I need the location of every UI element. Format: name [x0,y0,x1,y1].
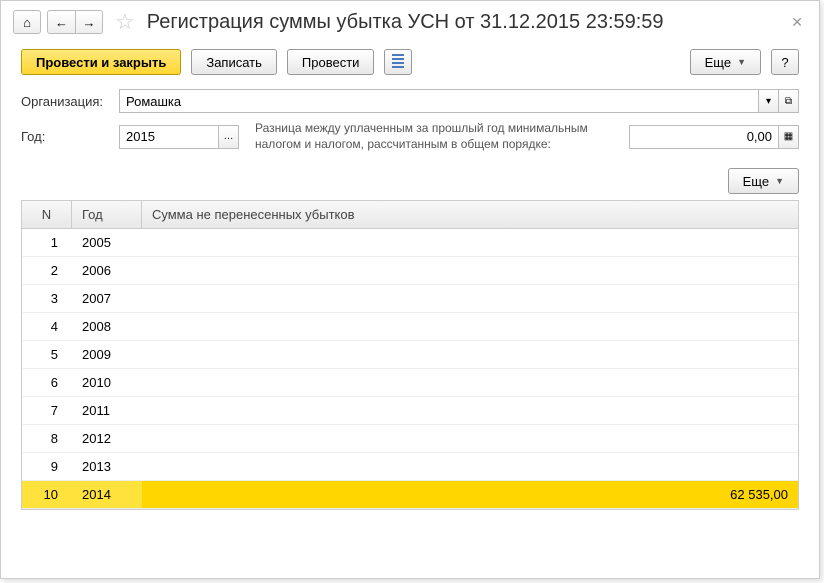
cell-n: 5 [22,341,72,368]
more-label: Еще [705,55,731,70]
titlebar: ⌂ ← → ☆ Регистрация суммы убытка УСН от … [1,1,819,43]
back-button[interactable]: ← [47,10,75,34]
cell-sum [142,313,798,340]
cell-sum [142,397,798,424]
list-icon [392,54,404,68]
toolbar: Провести и закрыть Записать Провести Еще… [1,43,819,85]
table-row[interactable]: 82012 [22,425,798,453]
table-row[interactable]: 72011 [22,397,798,425]
cell-sum [142,425,798,452]
cell-n: 4 [22,313,72,340]
chevron-down-icon: ▼ [737,57,746,67]
cell-n: 7 [22,397,72,424]
grid-more-label: Еще [743,174,769,189]
cell-sum [142,341,798,368]
year-picker-button[interactable]: … [219,125,239,149]
table-row[interactable]: 52009 [22,341,798,369]
org-input[interactable] [119,89,759,113]
table-row[interactable]: 32007 [22,285,798,313]
year-label: Год: [21,129,111,144]
window: ⌂ ← → ☆ Регистрация суммы убытка УСН от … [0,0,820,579]
cell-year: 2009 [72,341,142,368]
cell-year: 2007 [72,285,142,312]
org-label: Организация: [21,94,111,109]
cell-year: 2005 [72,229,142,256]
cell-sum [142,229,798,256]
report-button[interactable] [384,49,412,75]
cell-year: 2011 [72,397,142,424]
home-button[interactable]: ⌂ [13,10,41,34]
page-title: Регистрация суммы убытка УСН от 31.12.20… [147,11,664,34]
diff-calc-button[interactable]: ▦ [779,125,799,149]
cell-year: 2014 [72,481,142,508]
post-button[interactable]: Провести [287,49,375,75]
cell-sum [142,369,798,396]
cell-year: 2010 [72,369,142,396]
diff-label: Разница между уплаченным за прошлый год … [247,121,621,152]
grid-toolbar: Еще ▼ [1,156,819,200]
close-icon[interactable]: ✕ [787,14,807,31]
cell-sum [142,285,798,312]
cell-n: 6 [22,369,72,396]
cell-n: 8 [22,425,72,452]
cell-sum: 62 535,00 [142,481,798,508]
cell-n: 9 [22,453,72,480]
favorite-star-icon[interactable]: ☆ [109,9,141,35]
more-button[interactable]: Еще ▼ [690,49,761,75]
cell-n: 2 [22,257,72,284]
cell-year: 2013 [72,453,142,480]
col-header-n[interactable]: N [22,201,72,228]
grid: N Год Сумма не перенесенных убытков 1200… [21,200,799,510]
cell-year: 2008 [72,313,142,340]
grid-body: 1200522006320074200852009620107201182012… [22,229,798,509]
forward-button[interactable]: → [75,10,103,34]
col-header-year[interactable]: Год [72,201,142,228]
year-row: Год: … Разница между уплаченным за прошл… [1,117,819,156]
cell-year: 2012 [72,425,142,452]
table-row[interactable]: 42008 [22,313,798,341]
table-row[interactable]: 10201462 535,00 [22,481,798,509]
cell-sum [142,257,798,284]
diff-input[interactable] [629,125,779,149]
cell-n: 3 [22,285,72,312]
cell-year: 2006 [72,257,142,284]
help-button[interactable]: ? [771,49,799,75]
table-row[interactable]: 22006 [22,257,798,285]
grid-header: N Год Сумма не перенесенных убытков [22,201,798,229]
table-row[interactable]: 92013 [22,453,798,481]
post-and-close-button[interactable]: Провести и закрыть [21,49,181,75]
cell-n: 1 [22,229,72,256]
org-dropdown-button[interactable]: ▾ [759,89,779,113]
year-input[interactable] [119,125,219,149]
table-row[interactable]: 62010 [22,369,798,397]
grid-more-button[interactable]: Еще ▼ [728,168,799,194]
org-row: Организация: ▾ ⧉ [1,85,819,117]
table-row[interactable]: 12005 [22,229,798,257]
save-button[interactable]: Записать [191,49,277,75]
cell-n: 10 [22,481,72,508]
org-open-button[interactable]: ⧉ [779,89,799,113]
chevron-down-icon: ▼ [775,176,784,186]
cell-sum [142,453,798,480]
col-header-sum[interactable]: Сумма не перенесенных убытков [142,201,798,228]
